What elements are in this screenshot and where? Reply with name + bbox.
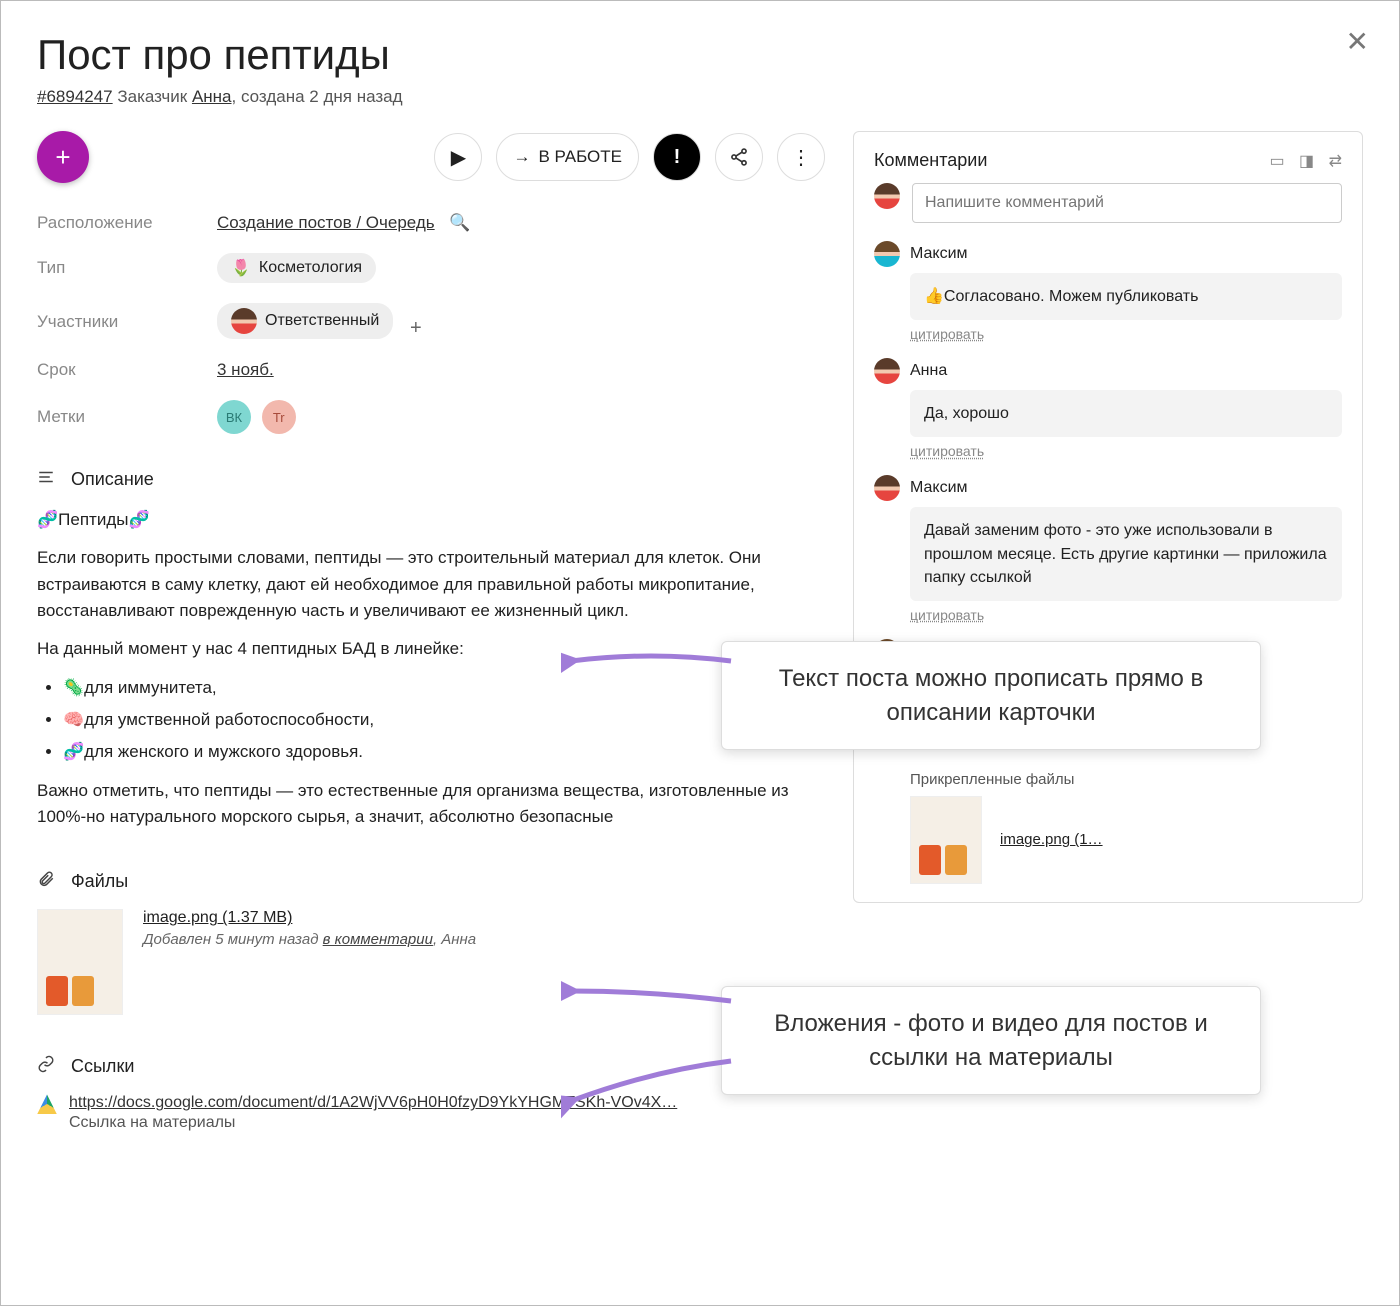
due-date-link[interactable]: 3 нояб. <box>217 360 274 379</box>
callout-description: Текст поста можно прописать прямо в опис… <box>721 641 1261 750</box>
more-button[interactable]: ⋮ <box>777 133 825 181</box>
quote-button[interactable]: цитировать <box>910 326 1342 342</box>
comment-item: Максим 👍Согласовано. Можем публиковать ц… <box>874 241 1342 342</box>
toolbar: + ▶ → В РАБОТЕ ! ⋮ <box>37 131 825 183</box>
comments-panel: Комментарии ▭ ◨ ⇄ Максим 👍Согласовано. М… <box>853 131 1363 903</box>
links-header: Ссылки <box>37 1055 825 1078</box>
avatar-icon <box>231 308 257 334</box>
play-icon: ▶ <box>451 145 466 170</box>
status-label: В РАБОТЕ <box>538 147 622 167</box>
attach-name-link[interactable]: image.png (1… <box>1000 831 1103 848</box>
due-label: Срок <box>37 360 217 380</box>
location-value: Создание постов / Очередь 🔍 <box>217 213 825 233</box>
add-participant-button[interactable]: + <box>410 317 422 339</box>
tags-label: Метки <box>37 407 217 427</box>
left-column: + ▶ → В РАБОТЕ ! ⋮ Расположение Создание… <box>37 131 825 1132</box>
link-row: https://docs.google.com/document/d/1A2Wj… <box>37 1094 825 1132</box>
description-icon <box>37 468 59 491</box>
task-title: Пост про пептиды <box>37 31 1363 79</box>
task-card: ✕ Пост про пептиды #6894247 Заказчик Анн… <box>0 0 1400 1306</box>
comment-author: Максим <box>910 479 968 497</box>
quote-button[interactable]: цитировать <box>910 607 1342 623</box>
external-link[interactable]: https://docs.google.com/document/d/1A2Wj… <box>69 1094 677 1112</box>
avatar-icon <box>874 475 900 501</box>
customer-label: Заказчик <box>117 87 187 106</box>
description-title: Описание <box>71 469 154 490</box>
quote-button[interactable]: цитировать <box>910 443 1342 459</box>
fields-grid: Расположение Создание постов / Очередь 🔍… <box>37 213 825 434</box>
ticket-id-link[interactable]: #6894247 <box>37 87 113 106</box>
comment-author: Максим <box>910 245 968 263</box>
layout-toggle-2-icon[interactable]: ◨ <box>1299 153 1314 170</box>
task-meta: #6894247 Заказчик Анна, создана 2 дня на… <box>37 87 1363 107</box>
customer-link[interactable]: Анна <box>192 87 232 106</box>
search-icon[interactable]: 🔍 <box>449 213 470 232</box>
arrow-right-icon: → <box>513 147 530 167</box>
play-button[interactable]: ▶ <box>434 133 482 181</box>
attach-title: Прикрепленные файлы <box>910 771 1342 788</box>
attach-thumbnail[interactable] <box>910 796 982 884</box>
comments-title: Комментарии <box>874 150 987 171</box>
alert-icon: ! <box>674 146 681 169</box>
description-body[interactable]: 🧬Пептиды🧬 Если говорить простыми словами… <box>37 507 825 830</box>
comment-input[interactable] <box>912 183 1342 223</box>
tag-tr[interactable]: Tr <box>262 400 296 434</box>
created-text: , создана 2 дня назад <box>232 87 403 106</box>
type-chip[interactable]: 🌷 Косметология <box>217 253 376 283</box>
desc-p2: На данный момент у нас 4 пептидных БАД в… <box>37 636 805 662</box>
desc-p3: Важно отметить, что пептиды — это естест… <box>37 778 805 831</box>
desc-heading: 🧬Пептиды🧬 <box>37 507 805 533</box>
participants-label: Участники <box>37 312 217 332</box>
desc-li1: 🦠для иммунитета, <box>63 675 805 701</box>
flower-icon: 🌷 <box>231 258 251 278</box>
comment-item: Анна Да, хорошо цитировать <box>874 358 1342 459</box>
more-icon: ⋮ <box>791 145 811 170</box>
status-button[interactable]: → В РАБОТЕ <box>496 133 639 181</box>
comment-item: Максим Давай заменим фото - это уже испо… <box>874 475 1342 623</box>
links-title: Ссылки <box>71 1056 134 1077</box>
file-row: image.png (1.37 MB) Добавлен 5 минут наз… <box>37 909 825 1015</box>
callout-attachments: Вложения - фото и видео для постов и ссы… <box>721 986 1261 1095</box>
file-thumbnail[interactable] <box>37 909 123 1015</box>
comment-text: Давай заменим фото - это уже использовал… <box>910 507 1342 601</box>
file-subtitle: Добавлен 5 минут назад в комментарии, Ан… <box>143 931 476 948</box>
tag-vk[interactable]: ВК <box>217 400 251 434</box>
add-button[interactable]: + <box>37 131 89 183</box>
file-name-link[interactable]: image.png (1.37 MB) <box>143 909 476 927</box>
current-user-avatar <box>874 183 900 209</box>
responsible-chip[interactable]: Ответственный <box>217 303 393 339</box>
share-icon <box>729 147 749 167</box>
location-link[interactable]: Создание постов / Очередь <box>217 213 435 232</box>
desc-li3: 🧬для женского и мужского здоровья. <box>63 739 805 765</box>
desc-p1: Если говорить простыми словами, пептиды … <box>37 545 805 624</box>
location-label: Расположение <box>37 213 217 233</box>
files-title: Файлы <box>71 871 128 892</box>
avatar-icon <box>874 241 900 267</box>
files-header: Файлы <box>37 870 825 893</box>
comment-text: 👍Согласовано. Можем публиковать <box>910 273 1342 320</box>
close-icon[interactable]: ✕ <box>1346 25 1369 58</box>
description-header: Описание <box>37 468 825 491</box>
google-drive-icon <box>37 1094 57 1114</box>
alert-button[interactable]: ! <box>653 133 701 181</box>
comment-text: Да, хорошо <box>910 390 1342 437</box>
expand-icon[interactable]: ⇄ <box>1329 153 1342 170</box>
desc-li2: 🧠для умственной работоспособности, <box>63 707 805 733</box>
link-icon <box>37 1055 59 1078</box>
responsible-label: Ответственный <box>265 312 379 330</box>
type-label: Тип <box>37 258 217 278</box>
attachment-icon <box>37 870 59 893</box>
layout-toggle-1-icon[interactable]: ▭ <box>1269 153 1284 170</box>
attachment-box: Прикрепленные файлы image.png (1… <box>910 771 1342 884</box>
type-value: Косметология <box>259 259 362 277</box>
share-button[interactable] <box>715 133 763 181</box>
avatar-icon <box>874 358 900 384</box>
comment-author: Анна <box>910 362 947 380</box>
link-caption: Ссылка на материалы <box>69 1114 677 1132</box>
file-comment-link[interactable]: в комментарии <box>323 931 433 948</box>
